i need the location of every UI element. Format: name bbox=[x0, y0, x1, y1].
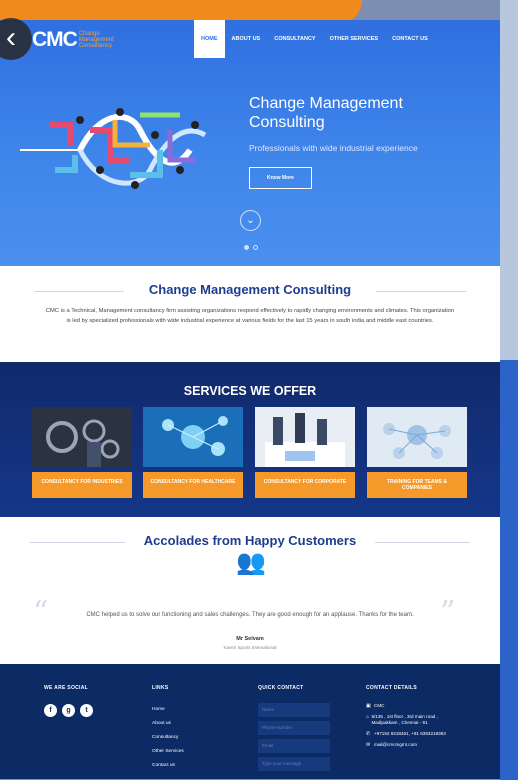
company-name: CMC bbox=[374, 703, 385, 708]
service-image bbox=[32, 407, 132, 467]
name-input[interactable]: Name bbox=[258, 703, 330, 717]
open-quote-icon: “ bbox=[33, 595, 49, 630]
hero-illustration bbox=[20, 108, 207, 189]
message-input[interactable]: Type your message bbox=[258, 757, 330, 771]
email-input[interactable]: Email bbox=[258, 739, 330, 753]
service-label: CONSULTANCY FOR CORPORATE bbox=[255, 472, 355, 498]
slider-dot[interactable] bbox=[253, 245, 258, 250]
close-quote-icon: ” bbox=[440, 595, 456, 630]
footer-link-contact[interactable]: Contact us bbox=[152, 759, 184, 773]
phone-icon: ✆ bbox=[366, 731, 371, 737]
slider-dots bbox=[244, 245, 258, 250]
service-image bbox=[255, 407, 355, 467]
contact-phone: ✆ +97152 9318461, +91 6383218393 bbox=[366, 731, 456, 737]
phone-input[interactable]: Phone Number bbox=[258, 721, 330, 735]
email-text[interactable]: mail@cmcmgmt.com bbox=[374, 742, 417, 748]
nav-home[interactable]: HOME bbox=[194, 20, 225, 58]
background-blue-strip bbox=[500, 360, 518, 780]
nav-consultancy[interactable]: CONSULTANCY bbox=[267, 20, 322, 58]
nav-contact-us[interactable]: CONTACT US bbox=[385, 20, 435, 58]
website-page: CMC Change Management Consultancy HOME A… bbox=[0, 20, 500, 779]
footer-link-list: Home About us Consultancy Other Services… bbox=[152, 703, 184, 773]
footer: WE ARE SOCIAL f g t LINKS Home About us … bbox=[0, 664, 500, 779]
logo[interactable]: CMC Change Management Consultancy bbox=[32, 28, 131, 52]
footer-heading: CONTACT DETAILS bbox=[366, 685, 417, 691]
footer-quick-contact: QUICK CONTACT Name Phone Number Email Ty… bbox=[258, 685, 330, 771]
service-card-training[interactable]: TRAINING FOR TEAMS & COMPANIES bbox=[367, 407, 467, 498]
twitter-icon[interactable]: t bbox=[80, 704, 93, 717]
hero-subtitle: Professionals with wide industrial exper… bbox=[249, 143, 418, 153]
nav-other-services[interactable]: OTHER SERVICES bbox=[323, 20, 386, 58]
footer-link-about[interactable]: About us bbox=[152, 717, 184, 731]
contact-company: ▣ CMC bbox=[366, 703, 456, 709]
services-title: SERVICES WE OFFER bbox=[183, 384, 317, 398]
services-section: SERVICES WE OFFER CONSULTANCY FOR INDUST… bbox=[0, 362, 500, 517]
hero-title: Change Management Consulting bbox=[249, 95, 403, 131]
social-icons: f g t bbox=[44, 704, 93, 717]
service-label: CONSULTANCY FOR INDUSTRIES bbox=[32, 472, 132, 498]
intro-title: Change Management Consulting bbox=[148, 282, 352, 297]
footer-social: WE ARE SOCIAL f g t bbox=[44, 685, 93, 717]
building-icon: ▣ bbox=[366, 703, 371, 709]
scroll-down-icon[interactable]: ⌄ bbox=[240, 210, 261, 231]
logo-mark: CMC bbox=[32, 28, 78, 51]
testimonial-company: Kaveri Sports International bbox=[223, 645, 277, 650]
logo-subtitle: Change Management Consultancy bbox=[78, 31, 114, 49]
footer-link-home[interactable]: Home bbox=[152, 703, 184, 717]
service-label: CONSULTANCY FOR HEALTHCARE bbox=[143, 472, 243, 498]
google-plus-icon[interactable]: g bbox=[62, 704, 75, 717]
footer-heading: WE ARE SOCIAL bbox=[44, 685, 88, 691]
accolades-title: Accolades from Happy Customers bbox=[143, 533, 357, 548]
contact-address: ⌂ 5/135 , 1st floor , 3rd main road , Ma… bbox=[366, 714, 456, 726]
service-card-industries[interactable]: CONSULTANCY FOR INDUSTRIES bbox=[32, 407, 132, 498]
know-more-button[interactable]: Know More bbox=[249, 167, 312, 189]
nav-about-us[interactable]: ABOUT US bbox=[225, 20, 268, 58]
service-image bbox=[143, 407, 243, 467]
contact-email: ✉ mail@cmcmgmt.com bbox=[366, 742, 456, 748]
service-card-healthcare[interactable]: CONSULTANCY FOR HEALTHCARE bbox=[143, 407, 243, 498]
footer-heading: LINKS bbox=[152, 685, 169, 691]
intro-text: CMC is a Technical, Management consultan… bbox=[45, 308, 455, 324]
footer-link-other-services[interactable]: Other Services bbox=[152, 745, 184, 759]
footer-contact-details: CONTACT DETAILS ▣ CMC ⌂ 5/135 , 1st floo… bbox=[366, 685, 456, 748]
hero-banner: CMC Change Management Consultancy HOME A… bbox=[0, 20, 500, 266]
testimonial-text: CMC helped us to solve our functioning a… bbox=[86, 612, 414, 618]
facebook-icon[interactable]: f bbox=[44, 704, 57, 717]
mail-icon: ✉ bbox=[366, 742, 371, 748]
phone-text: +97152 9318461, +91 6383218393 bbox=[374, 731, 446, 736]
testimonial-avatar: 👥 bbox=[236, 549, 266, 576]
testimonial-name: Mr Selvam bbox=[236, 636, 264, 642]
intro-section: Change Management Consulting CMC is a Te… bbox=[0, 266, 500, 362]
service-label: TRAINING FOR TEAMS & COMPANIES bbox=[367, 472, 467, 498]
footer-heading: QUICK CONTACT bbox=[258, 685, 304, 691]
accolades-section: Accolades from Happy Customers 👥 “ ” CMC… bbox=[0, 517, 500, 664]
service-card-corporate[interactable]: CONSULTANCY FOR CORPORATE bbox=[255, 407, 355, 498]
slider-dot[interactable] bbox=[244, 245, 249, 250]
address-text: 5/135 , 1st floor , 3rd main road , Madi… bbox=[371, 714, 438, 725]
footer-links: LINKS Home About us Consultancy Other Se… bbox=[152, 685, 184, 773]
main-nav: HOME ABOUT US CONSULTANCY OTHER SERVICES… bbox=[194, 20, 435, 60]
service-image bbox=[367, 407, 467, 467]
footer-link-consultancy[interactable]: Consultancy bbox=[152, 731, 184, 745]
